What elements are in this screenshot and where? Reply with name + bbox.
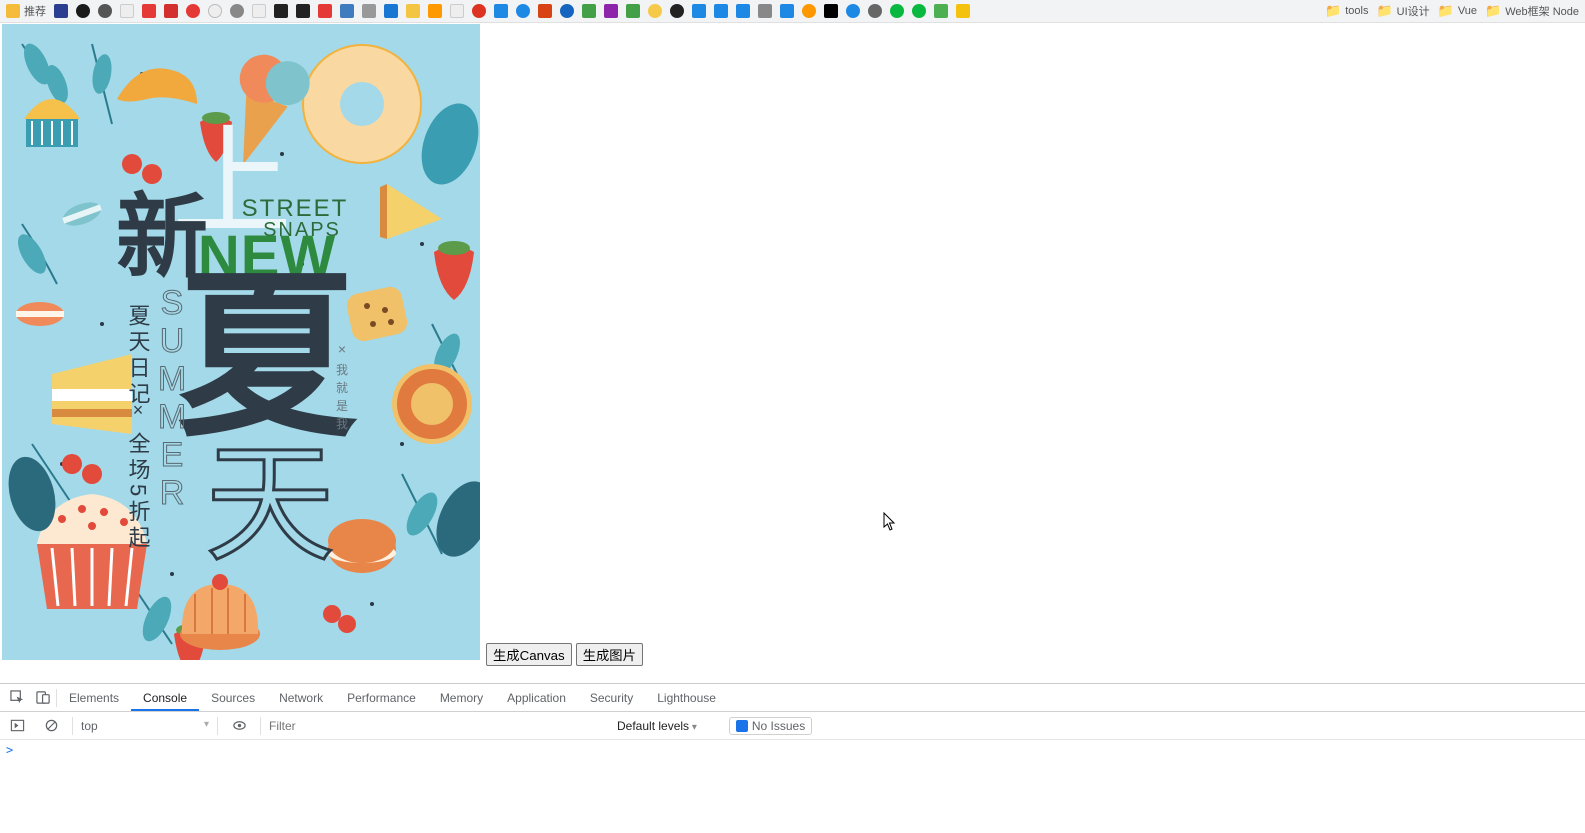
bookmark-item[interactable] — [560, 4, 574, 18]
devtools-tab-elements[interactable]: Elements — [57, 685, 131, 711]
bookmark-item[interactable] — [362, 4, 376, 18]
bookmark-folder[interactable]: 📁Web框架 Node — [1485, 3, 1579, 19]
devtools-tab-console[interactable]: Console — [131, 685, 199, 711]
console-sidebar-toggle-icon[interactable] — [4, 713, 30, 739]
bookmark-item[interactable] — [428, 4, 442, 18]
bookmark-item[interactable] — [98, 4, 112, 18]
svg-text:我: 我 — [336, 417, 348, 431]
svg-text:R: R — [160, 474, 185, 512]
mouse-cursor-icon — [883, 512, 899, 532]
device-toolbar-icon[interactable] — [30, 685, 56, 711]
bookmark-item[interactable] — [604, 4, 618, 18]
svg-text:×: × — [338, 341, 346, 357]
bookmark-item[interactable] — [164, 4, 178, 18]
generate-image-button[interactable]: 生成图片 — [576, 643, 643, 666]
bookmark-item[interactable] — [230, 4, 244, 18]
bookmark-item[interactable] — [692, 4, 706, 18]
bookmark-item[interactable] — [846, 4, 860, 18]
svg-text:M: M — [158, 360, 186, 398]
bookmark-item[interactable] — [714, 4, 728, 18]
bookmark-item[interactable] — [120, 4, 134, 18]
devtools-tab-application[interactable]: Application — [495, 685, 578, 711]
bookmarks-bar: 推荐 📁tools 📁UI设计 📁Vue 📁Web框架 Node — [0, 0, 1585, 23]
bookmark-item[interactable] — [736, 4, 750, 18]
bookmark-item[interactable] — [252, 4, 266, 18]
svg-text:天: 天 — [205, 431, 335, 577]
bookmark-item[interactable] — [494, 4, 508, 18]
execution-context-select[interactable]: top — [81, 719, 209, 733]
console-toolbar: top Default levels No Issues — [0, 712, 1585, 740]
console-output[interactable]: > — [0, 740, 1585, 780]
bookmark-item[interactable] — [956, 4, 970, 18]
bookmark-item[interactable] — [912, 4, 926, 18]
poster-image: 上 新 STREET SNAPS NEW 夏 天 S U M M E R 夏天日… — [2, 24, 480, 660]
svg-text:STREET: STREET — [242, 195, 349, 222]
bookmark-item[interactable] — [384, 4, 398, 18]
svg-text:M: M — [158, 398, 186, 436]
bookmark-item[interactable]: 推荐 — [6, 3, 46, 19]
bookmark-item[interactable] — [406, 4, 420, 18]
svg-text:U: U — [160, 322, 185, 360]
bookmark-item[interactable] — [648, 4, 662, 18]
devtools-tab-performance[interactable]: Performance — [335, 685, 428, 711]
bookmark-item[interactable] — [76, 4, 90, 18]
bookmark-item[interactable] — [758, 4, 772, 18]
svg-text:我: 我 — [336, 363, 348, 377]
bookmark-item[interactable] — [318, 4, 332, 18]
bookmark-item[interactable] — [780, 4, 794, 18]
issues-icon — [736, 720, 748, 732]
bookmark-item[interactable] — [296, 4, 310, 18]
console-filter-input[interactable] — [269, 719, 609, 733]
svg-text:夏天日记: 夏天日记 — [126, 304, 151, 408]
devtools-tab-sources[interactable]: Sources — [199, 685, 267, 711]
bookmark-item[interactable] — [208, 4, 222, 18]
live-expression-icon[interactable] — [226, 713, 252, 739]
bookmark-item[interactable] — [890, 4, 904, 18]
svg-text:夏: 夏 — [177, 257, 358, 458]
bookmark-item[interactable] — [142, 4, 156, 18]
bookmark-item[interactable] — [54, 4, 68, 18]
bookmark-item[interactable] — [824, 4, 838, 18]
devtools-tab-lighthouse[interactable]: Lighthouse — [645, 685, 728, 711]
devtools-tab-security[interactable]: Security — [578, 685, 645, 711]
svg-text:×: × — [133, 400, 144, 420]
bookmark-item[interactable] — [538, 4, 552, 18]
bookmark-item[interactable] — [670, 4, 684, 18]
devtools-tab-memory[interactable]: Memory — [428, 685, 495, 711]
bookmark-item[interactable] — [472, 4, 486, 18]
issues-label: No Issues — [752, 719, 805, 733]
svg-text:是: 是 — [336, 399, 348, 413]
devtools-panel: ElementsConsoleSourcesNetworkPerformance… — [0, 683, 1585, 780]
bookmark-folder[interactable]: 📁Vue — [1438, 3, 1477, 19]
svg-text:E: E — [161, 436, 184, 474]
bookmark-item[interactable] — [582, 4, 596, 18]
svg-text:S: S — [161, 284, 184, 322]
svg-text:全场5折起: 全场5折起 — [126, 432, 151, 552]
page-content: 上 新 STREET SNAPS NEW 夏 天 S U M M E R 夏天日… — [0, 23, 1585, 683]
bookmark-item[interactable] — [274, 4, 288, 18]
bookmark-item[interactable] — [626, 4, 640, 18]
log-levels-select[interactable]: Default levels — [617, 719, 697, 733]
bookmark-item[interactable] — [516, 4, 530, 18]
console-prompt-icon: > — [6, 743, 13, 757]
devtools-tab-network[interactable]: Network — [267, 685, 335, 711]
bookmark-item[interactable] — [186, 4, 200, 18]
svg-text:就: 就 — [336, 381, 348, 395]
bookmark-item[interactable] — [934, 4, 948, 18]
bookmark-item[interactable] — [802, 4, 816, 18]
inspect-element-icon[interactable] — [4, 685, 30, 711]
clear-console-icon[interactable] — [38, 713, 64, 739]
bookmark-folder[interactable]: 📁UI设计 — [1376, 3, 1429, 19]
bookmark-item[interactable] — [340, 4, 354, 18]
bookmark-folder[interactable]: 📁tools — [1325, 3, 1368, 19]
bookmark-item[interactable] — [868, 4, 882, 18]
generate-canvas-button[interactable]: 生成Canvas — [486, 643, 572, 666]
issues-button[interactable]: No Issues — [729, 717, 812, 735]
devtools-tabs: ElementsConsoleSourcesNetworkPerformance… — [0, 684, 1585, 712]
bookmark-item[interactable] — [450, 4, 464, 18]
